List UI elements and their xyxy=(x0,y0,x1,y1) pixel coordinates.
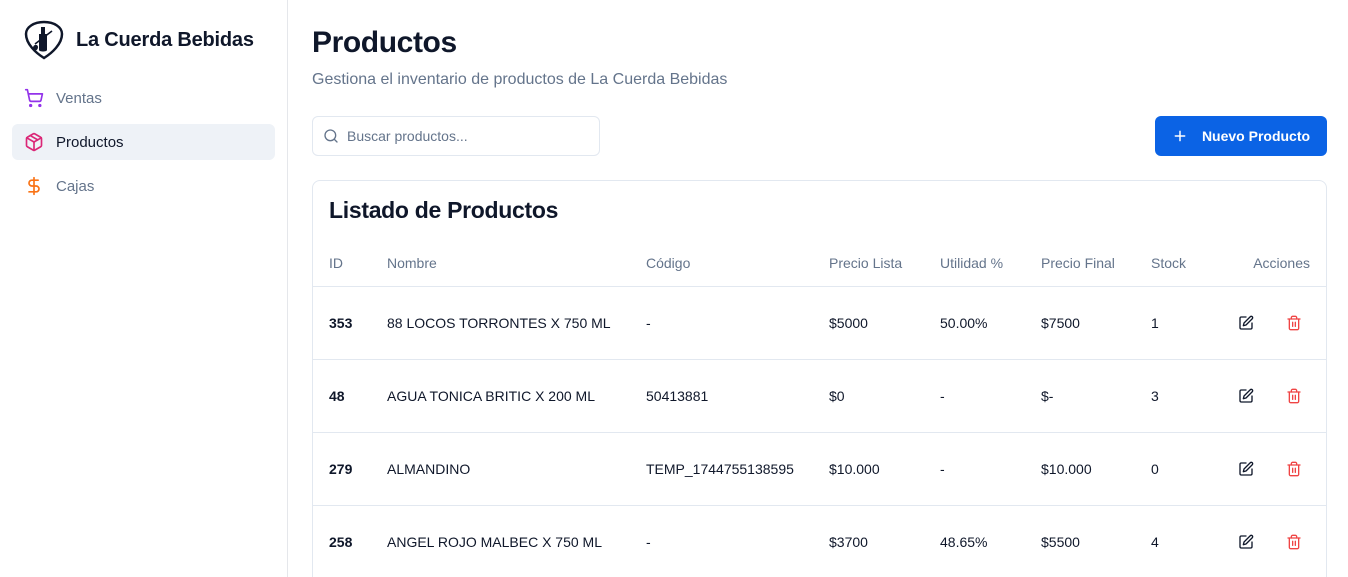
trash-icon[interactable] xyxy=(1286,388,1302,404)
row-actions xyxy=(1231,315,1326,331)
column-header-precio-final: Precio Final xyxy=(1041,241,1151,287)
brand-name: La Cuerda Bebidas xyxy=(76,28,254,51)
cell-nombre: ALMANDINO xyxy=(387,432,646,506)
cell-acciones xyxy=(1231,286,1326,360)
products-card: Listado de Productos ID Nombre Código Pr… xyxy=(312,180,1327,577)
table-row[interactable]: 279 ALMANDINO TEMP_1744755138595 $10.000- $1… xyxy=(313,432,1326,506)
table-row[interactable]: 48 AGUA TONICA BRITIC X 200 ML 50413881 $0-… xyxy=(313,359,1326,433)
search-box[interactable] xyxy=(312,116,600,156)
plus-icon xyxy=(1174,130,1186,142)
column-header-codigo: Código xyxy=(646,241,829,287)
trash-icon[interactable] xyxy=(1286,534,1302,550)
cell-codigo: - xyxy=(646,286,829,360)
cell-nombre: 88 LOCOS TORRONTES X 750 ML xyxy=(387,286,646,360)
cell-codigo: - xyxy=(646,505,829,577)
table-row[interactable]: 258 ANGEL ROJO MALBEC X 750 ML - $3700 48.65… xyxy=(313,505,1326,577)
table-row[interactable]: 353 88 LOCOS TORRONTES X 750 ML - $5000 50.0… xyxy=(313,286,1326,360)
trash-icon[interactable] xyxy=(1286,315,1302,331)
cell-precio-final: $10.000 xyxy=(1041,432,1151,506)
cell-id: 48 xyxy=(313,359,387,433)
cell-precio-final: $7500 xyxy=(1041,286,1151,360)
cell-stock: 3 xyxy=(1151,359,1231,433)
cell-nombre: ANGEL ROJO MALBEC X 750 ML xyxy=(387,505,646,577)
cell-utilidad: - xyxy=(940,432,1041,506)
cell-nombre: AGUA TONICA BRITIC X 200 ML xyxy=(387,359,646,433)
cell-acciones xyxy=(1231,359,1326,433)
sidebar-item-ventas[interactable]: Ventas xyxy=(12,80,275,116)
edit-icon[interactable] xyxy=(1238,315,1254,331)
edit-icon[interactable] xyxy=(1238,461,1254,477)
cell-stock: 0 xyxy=(1151,432,1231,506)
cell-utilidad: 48.65% xyxy=(940,505,1041,577)
column-header-utilidad: Utilidad % xyxy=(940,241,1041,287)
cell-precio-lista: $5000 xyxy=(829,286,940,360)
cell-id: 279 xyxy=(313,432,387,506)
cell-utilidad: - xyxy=(940,359,1041,433)
sidebar: La Cuerda Bebidas Ventas Productos Cajas xyxy=(0,0,288,577)
column-header-stock: Stock xyxy=(1151,241,1231,287)
sidebar-item-label: Ventas xyxy=(56,89,102,107)
row-actions xyxy=(1231,534,1326,550)
page-subtitle: Gestiona el inventario de productos de L… xyxy=(312,71,728,88)
card-title: Listado de Productos xyxy=(329,197,559,223)
sidebar-nav: Ventas Productos Cajas xyxy=(12,80,275,212)
sidebar-item-label: Cajas xyxy=(56,177,95,195)
sidebar-item-productos[interactable]: Productos xyxy=(12,124,275,160)
column-header-nombre: Nombre xyxy=(387,241,646,287)
cell-precio-lista: $10.000 xyxy=(829,432,940,506)
column-header-acciones: Acciones xyxy=(1231,241,1326,287)
sidebar-item-cajas[interactable]: Cajas xyxy=(12,168,275,204)
table-header-row: ID Nombre Código Precio Lista Utilidad %… xyxy=(313,241,1326,287)
main-content: Productos Gestiona el inventario de prod… xyxy=(312,0,1327,577)
column-header-id: ID xyxy=(313,241,387,287)
search-input[interactable] xyxy=(347,128,587,144)
new-product-button[interactable]: Nuevo Producto xyxy=(1155,116,1327,156)
row-actions xyxy=(1231,388,1326,404)
cell-precio-final: $- xyxy=(1041,359,1151,433)
edit-icon[interactable] xyxy=(1238,534,1254,550)
edit-icon[interactable] xyxy=(1238,388,1254,404)
cell-stock: 4 xyxy=(1151,505,1231,577)
cell-precio-lista: $3700 xyxy=(829,505,940,577)
package-icon xyxy=(25,132,43,152)
products-table: ID Nombre Código Precio Lista Utilidad %… xyxy=(313,241,1326,577)
column-header-precio-lista: Precio Lista xyxy=(829,241,940,287)
cell-acciones xyxy=(1231,432,1326,506)
cell-codigo: TEMP_1744755138595 xyxy=(646,432,829,506)
cell-utilidad: 50.00% xyxy=(940,286,1041,360)
cell-precio-final: $5500 xyxy=(1041,505,1151,577)
sidebar-item-label: Productos xyxy=(56,133,124,151)
page-title: Productos xyxy=(312,26,457,59)
row-actions xyxy=(1231,461,1326,477)
brand[interactable]: La Cuerda Bebidas xyxy=(24,20,254,60)
search-icon xyxy=(324,129,338,143)
shopping-cart-icon xyxy=(24,88,44,108)
new-product-label: Nuevo Producto xyxy=(1201,128,1311,144)
guitar-bottle-logo xyxy=(24,20,64,60)
dollar-sign-icon xyxy=(28,176,40,196)
trash-icon[interactable] xyxy=(1286,461,1302,477)
cell-stock: 1 xyxy=(1151,286,1231,360)
cell-acciones xyxy=(1231,505,1326,577)
cell-id: 258 xyxy=(313,505,387,577)
table-body: 353 88 LOCOS TORRONTES X 750 ML - $5000 50.0… xyxy=(313,286,1326,577)
cell-precio-lista: $0 xyxy=(829,359,940,433)
cell-codigo: 50413881 xyxy=(646,359,829,433)
cell-id: 353 xyxy=(313,286,387,360)
